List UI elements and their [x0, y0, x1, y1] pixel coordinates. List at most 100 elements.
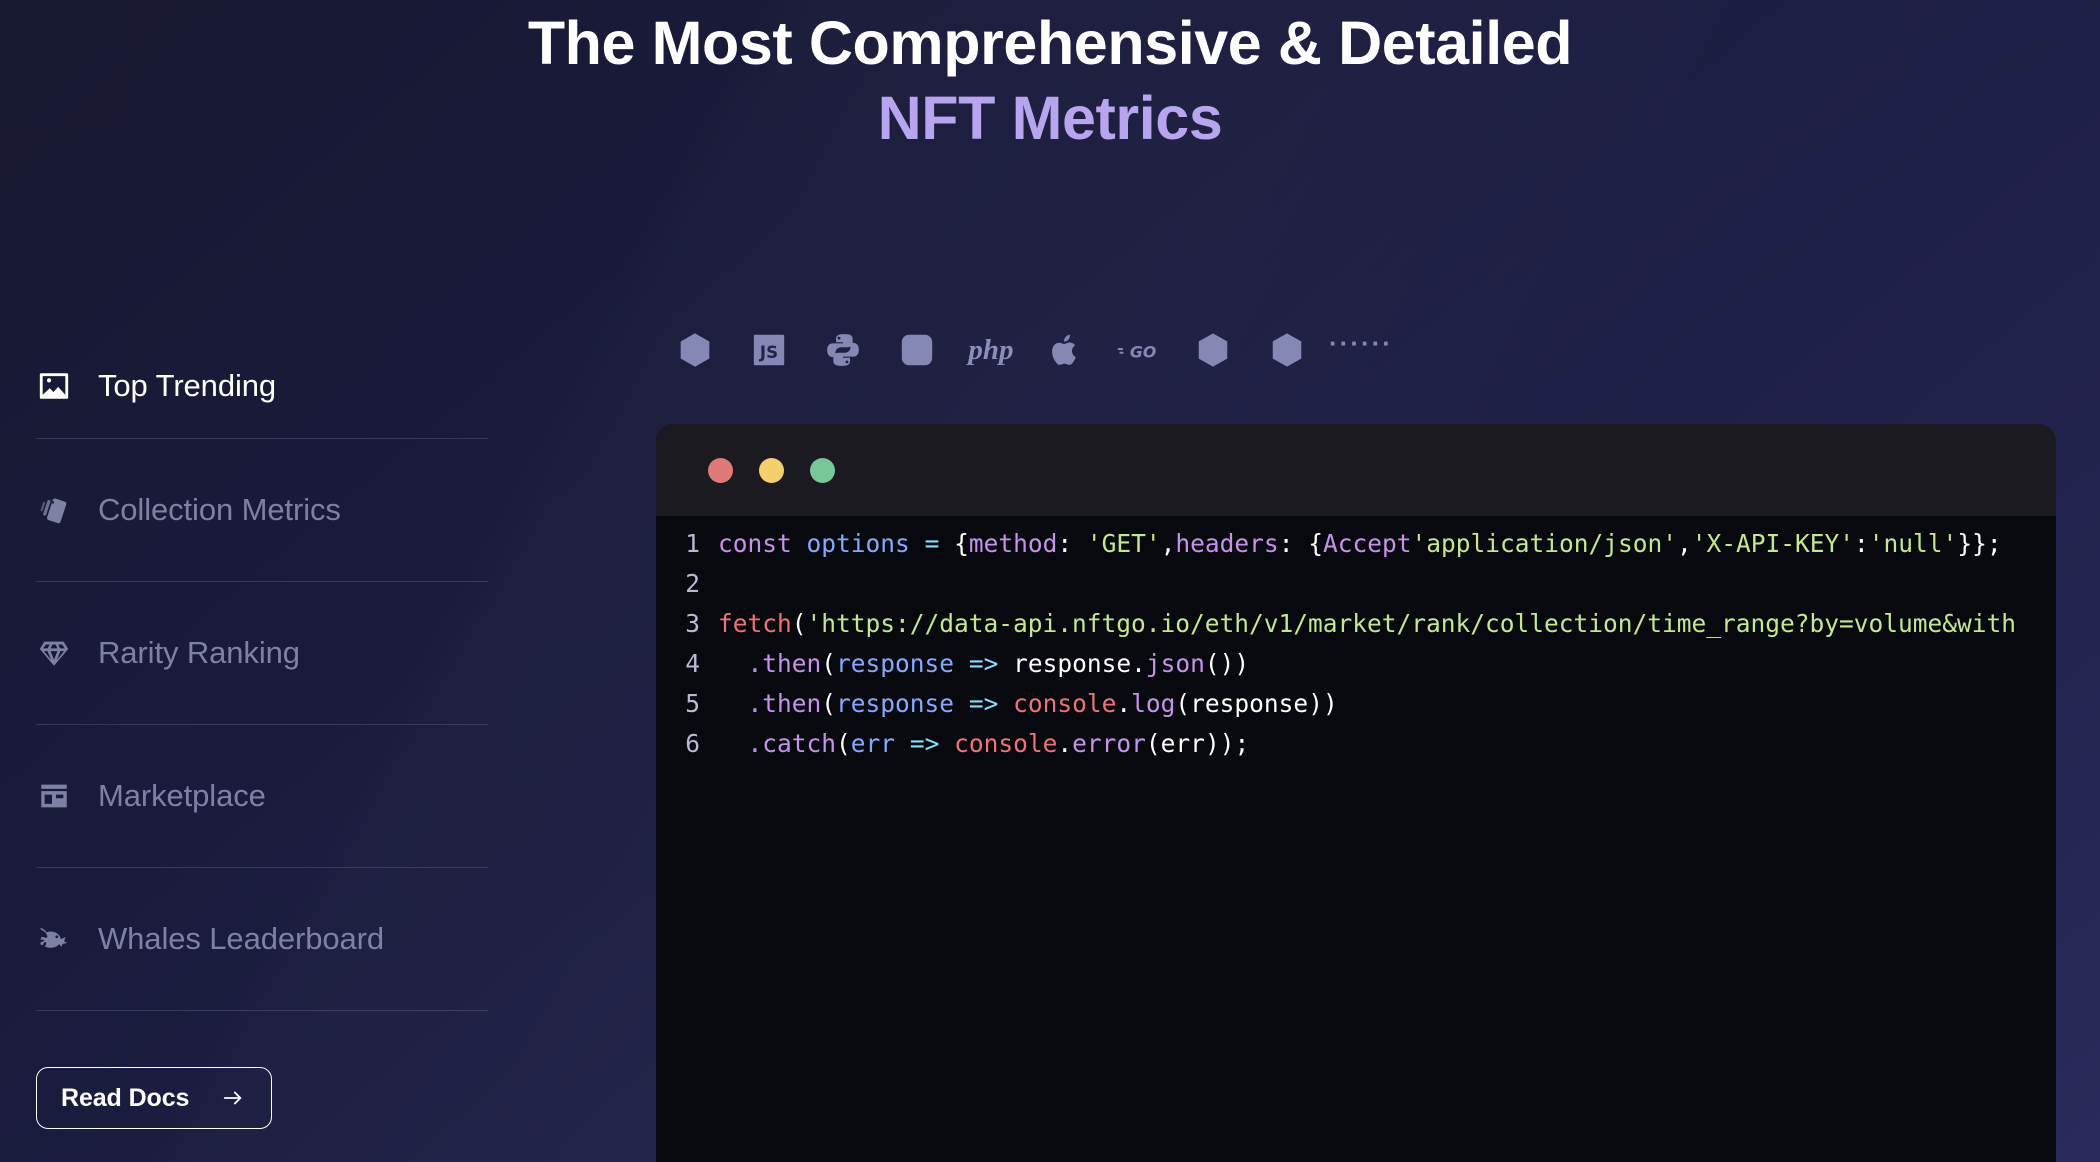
sidebar-item-label: Whales Leaderboard — [98, 921, 384, 956]
sidebar-item-label: Collection Metrics — [98, 492, 341, 527]
code-token: catch — [762, 729, 837, 758]
code-line-text: fetch('https://data-api.nftgo.io/eth/v1/… — [718, 604, 2016, 644]
code-token: json — [1145, 649, 1205, 678]
code-token: => — [909, 729, 940, 758]
code-line-text: .catch(err => console.error(err)); — [718, 724, 1250, 764]
sidebar: Top Trending Collection Metrics Rarity R… — [36, 352, 488, 1129]
code-line-text: const options = {method: 'GET',headers: … — [718, 524, 2002, 564]
sidebar-item-label: Marketplace — [98, 778, 266, 813]
code-line-text: .then(response => response.json()) — [718, 644, 1250, 684]
minimize-dot[interactable] — [759, 457, 784, 483]
sidebar-slot-top-trending: Top Trending — [36, 352, 488, 438]
sidebar-item-top-trending[interactable]: Top Trending — [36, 352, 276, 420]
code-token: 'application/json' — [1411, 529, 1677, 558]
code-token: Accept — [1322, 529, 1412, 558]
code-token: ( — [836, 729, 851, 758]
sidebar-slot-whales-leaderboard: Whales Leaderboard — [36, 868, 488, 1010]
code-editor-body[interactable]: 1 const options = {method: 'GET',headers:… — [656, 516, 2056, 1162]
sidebar-item-marketplace[interactable]: Marketplace — [36, 762, 266, 830]
code-token: err — [1160, 729, 1205, 758]
arrow-right-icon — [219, 1087, 247, 1109]
go-icon[interactable]: GO — [1102, 325, 1176, 375]
read-docs-button[interactable]: Read Docs — [36, 1067, 273, 1129]
sidebar-slot-collection-metrics: Collection Metrics — [36, 439, 488, 581]
nodejs-icon[interactable]: JS — [658, 325, 732, 375]
code-token: 'null' — [1868, 529, 1958, 558]
sidebar-item-rarity-ranking[interactable]: Rarity Ranking — [36, 619, 300, 687]
code-token: response — [836, 649, 955, 678]
code-token: error — [1072, 729, 1146, 758]
code-token: { — [954, 529, 969, 558]
code-token: 'https://data-api.nftgo.io/eth/v1/market… — [806, 609, 2017, 638]
code-line-number: 5 — [685, 689, 700, 718]
code-token: . — [1116, 689, 1132, 718]
code-token: ()) — [1204, 649, 1250, 678]
more-icon[interactable]: ······ — [1324, 325, 1398, 375]
code-token: , — [1160, 529, 1176, 558]
code-token: { — [1308, 529, 1323, 558]
maximize-dot[interactable] — [810, 457, 835, 483]
code-token: : — [1278, 529, 1309, 558]
code-line: 1 const options = {method: 'GET',headers:… — [656, 524, 2056, 564]
sidebar-divider — [36, 1010, 488, 1011]
code-line: 2 — [656, 564, 2056, 604]
sidebar-slot-marketplace: Marketplace — [36, 725, 488, 867]
close-dot[interactable] — [708, 457, 733, 483]
csharp-icon[interactable] — [1250, 325, 1324, 375]
page-root: The Most Comprehensive & Detailed NFT Me… — [0, 0, 2100, 1162]
code-token: => — [968, 649, 999, 678]
code-line: 3 fetch('https://data-api.nftgo.io/eth/v1… — [656, 604, 2056, 644]
code-token: console — [954, 729, 1058, 758]
sidebar-item-label: Rarity Ranking — [98, 635, 300, 670]
code-token: ( — [821, 689, 837, 718]
code-token: )) — [1308, 689, 1338, 718]
javascript-icon[interactable]: JS — [732, 325, 806, 375]
code-line: 5 .then(response => console.log(response… — [656, 684, 2056, 724]
swift-icon[interactable] — [880, 325, 954, 375]
code-line: 6 .catch(err => console.error(err)); — [656, 724, 2056, 764]
page-title-line1: The Most Comprehensive & Detailed — [527, 9, 1573, 77]
code-token: ( — [1175, 689, 1191, 718]
code-token: . — [1057, 729, 1073, 758]
python-icon[interactable] — [806, 325, 880, 375]
code-token: const — [718, 529, 792, 558]
c-icon[interactable] — [1176, 325, 1250, 375]
sidebar-item-label: Top Trending — [98, 368, 277, 403]
image-chart-icon — [36, 368, 72, 404]
code-token: headers — [1175, 529, 1279, 558]
read-docs-label: Read Docs — [61, 1083, 190, 1112]
code-line-number: 4 — [685, 649, 700, 678]
code-token: 'GET' — [1086, 529, 1161, 558]
code-token: => — [968, 689, 999, 718]
apple-icon[interactable] — [1028, 325, 1102, 375]
language-selector-strip: JS JS php GO ······ — [658, 325, 1398, 375]
code-line-number: 1 — [685, 529, 700, 558]
code-token: then — [762, 649, 822, 678]
storefront-icon — [36, 778, 72, 814]
code-token: . — [718, 689, 763, 718]
code-token: ( — [1145, 729, 1161, 758]
code-token: = — [924, 529, 940, 558]
code-token: method — [968, 529, 1058, 558]
code-token: err — [850, 729, 896, 758]
sidebar-item-whales-leaderboard[interactable]: Whales Leaderboard — [36, 905, 384, 973]
svg-text:GO: GO — [1130, 342, 1156, 361]
code-token: ( — [791, 609, 807, 638]
whale-icon — [36, 921, 72, 957]
hero-section: The Most Comprehensive & Detailed NFT Me… — [0, 0, 2100, 157]
code-editor-panel: 1 const options = {method: 'GET',headers:… — [656, 424, 2056, 1162]
cards-stack-icon — [36, 492, 72, 528]
code-line-number: 2 — [685, 569, 700, 598]
php-icon[interactable]: php — [954, 325, 1028, 375]
code-token: . — [718, 649, 763, 678]
sidebar-item-collection-metrics[interactable]: Collection Metrics — [36, 476, 341, 544]
code-token: fetch — [718, 609, 792, 638]
code-token: console — [1013, 689, 1117, 718]
code-token: , — [1677, 529, 1692, 558]
